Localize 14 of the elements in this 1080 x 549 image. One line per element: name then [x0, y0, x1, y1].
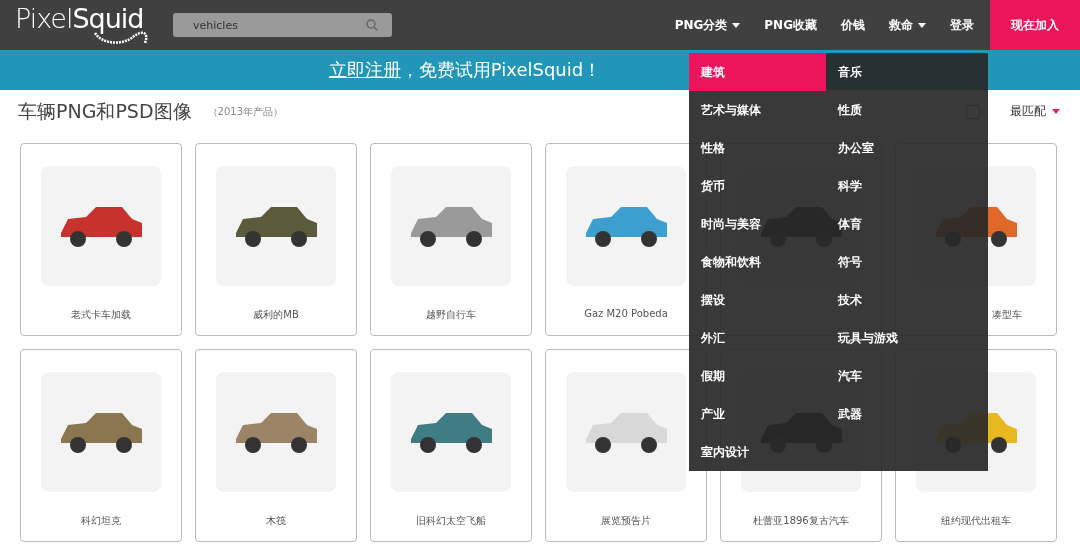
page-title: 车辆PNG和PSD图像 — [18, 98, 192, 124]
product-name: 越野自行车 — [426, 308, 476, 322]
product-name: 凑型车 — [992, 308, 1022, 322]
product-name: 展览预告片 — [601, 514, 651, 528]
product-name: 木筏 — [266, 514, 286, 528]
product-name: 科幻坦克 — [81, 514, 121, 528]
page-subtitle: （2013年产品） — [207, 104, 283, 119]
product-name: 老式卡车加载 — [71, 308, 131, 322]
product-name: 威利的MB — [253, 308, 299, 322]
product-name: 旧科幻太空飞船 — [416, 514, 486, 528]
promo-text: 立即注册，免费试用PixelSquid！ — [328, 58, 602, 82]
product-name: Gaz M20 Pobeda — [584, 308, 668, 319]
product-name: 纽约现代出租车 — [941, 514, 1011, 528]
product-name: 杜蕾亚1896复古汽车 — [753, 514, 849, 528]
